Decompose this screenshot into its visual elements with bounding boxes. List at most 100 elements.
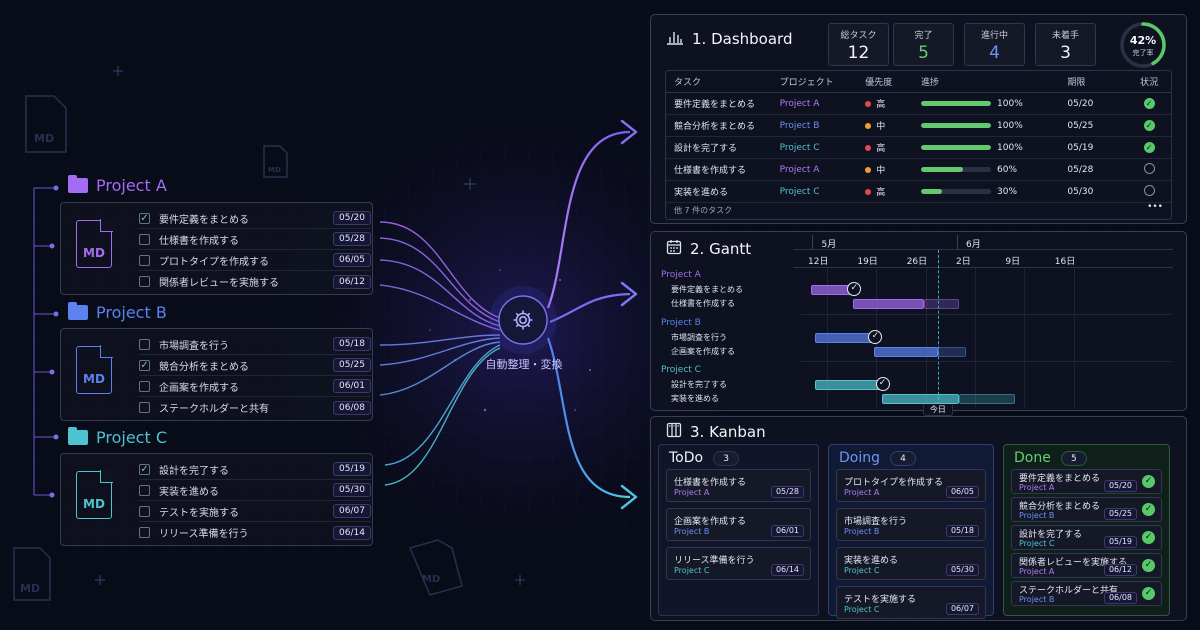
priority-dot <box>865 189 872 195</box>
task-item[interactable]: 市場調査を行う 05/18 <box>139 334 371 355</box>
kanban-card[interactable]: 実装を進める Project C 05/30 <box>836 547 986 580</box>
more-options-icon[interactable]: ••• <box>1147 202 1163 212</box>
task-item[interactable]: 関係者レビューを実施する 06/12 <box>139 271 371 292</box>
kanban-panel: 3. Kanban ToDo 3 仕様書を作成する Project A 05/28 企画案… <box>650 416 1187 621</box>
progress-cell: 60% <box>921 165 1067 175</box>
markdown-label: MD <box>83 372 105 386</box>
task-checkbox[interactable] <box>139 276 150 287</box>
priority-label: 中 <box>876 166 886 176</box>
table-row[interactable]: 設計を完了する Project C 高 100% 05/19 ✓ <box>666 137 1171 159</box>
due-date-chip: 06/01 <box>333 379 371 393</box>
kanban-card[interactable]: 関係者レビューを実施する Project A 06/12 ✓ <box>1011 553 1162 578</box>
task-checkbox[interactable] <box>139 484 150 496</box>
task-item[interactable]: 実装を進める 05/30 <box>139 480 371 501</box>
kanban-card[interactable]: ステークホルダーと共有 Project B 06/08 ✓ <box>1011 581 1162 606</box>
task-checkbox[interactable] <box>139 527 150 538</box>
status-cell <box>1127 184 1171 199</box>
task-item[interactable]: 企画案を作成する 06/01 <box>139 376 371 397</box>
task-checkbox[interactable]: ✓ <box>139 212 150 224</box>
column-name: ToDo <box>669 450 704 466</box>
project-cell: Project B <box>779 120 820 131</box>
gantt-task-label: 設計を完了する <box>671 380 727 389</box>
progress-cell: 100% <box>921 99 1067 109</box>
column-header[interactable]: 期限 <box>1067 75 1127 88</box>
gantt-bar[interactable] <box>814 333 875 343</box>
day-label: 26日 <box>906 257 928 267</box>
project-header[interactable]: Project B <box>68 302 167 322</box>
priority-dot <box>865 101 872 107</box>
project-header[interactable]: Project A <box>68 175 167 195</box>
task-name: 関係者レビューを実施する <box>159 278 279 289</box>
kanban-card[interactable]: 要件定義をまとめる Project A 05/20 ✓ <box>1011 469 1162 494</box>
kanban-card[interactable]: プロトタイプを作成する Project A 06/05 <box>836 469 986 502</box>
table-row[interactable]: 要件定義をまとめる Project A 高 100% 05/20 ✓ <box>666 93 1171 115</box>
table-row[interactable]: 仕様書を作成する Project A 中 60% 05/28 <box>666 159 1171 181</box>
gantt-bar[interactable] <box>853 299 924 309</box>
task-item[interactable]: ✓ 要件定義をまとめる 05/20 <box>139 208 371 229</box>
kanban-card[interactable]: 仕様書を作成する Project A 05/28 <box>666 469 811 502</box>
task-item[interactable]: リリース準備を行う 06/14 <box>139 522 371 543</box>
task-checkbox[interactable]: ✓ <box>139 463 150 475</box>
column-header[interactable]: プロジェクト <box>780 75 866 88</box>
task-checkbox[interactable] <box>139 338 150 350</box>
task-checkbox[interactable] <box>139 505 150 517</box>
kanban-card[interactable]: 市場調査を行う Project B 05/18 <box>836 508 986 541</box>
completion-label: 完了率 <box>1132 49 1154 57</box>
task-checkbox[interactable] <box>139 233 150 245</box>
column-header[interactable]: 状況 <box>1127 75 1171 88</box>
day-label: 9日 <box>1005 257 1021 267</box>
card-project: Project B <box>1019 511 1055 520</box>
table-row[interactable]: 実装を進める Project C 高 30% 05/30 <box>666 181 1171 203</box>
status-cell: ✓ <box>1127 142 1171 153</box>
card-project: Project C <box>1019 539 1055 548</box>
priority-label: 高 <box>876 144 886 154</box>
priority-cell: 中 <box>865 163 921 176</box>
group-divider <box>801 314 1171 315</box>
kanban-card[interactable]: テストを実施する Project C 06/07 <box>836 586 986 619</box>
kanban-card[interactable]: リリース準備を行う Project C 06/14 <box>666 547 811 580</box>
gantt-bar[interactable] <box>874 347 938 357</box>
stat-label: 進行中 <box>980 31 1008 41</box>
card-due-date: 06/14 <box>771 564 804 576</box>
kanban-card[interactable]: 企画案を作成する Project B 06/01 <box>666 508 811 541</box>
priority-cell: 高 <box>865 97 921 110</box>
priority-label: 高 <box>876 188 886 198</box>
task-checkbox[interactable] <box>139 380 150 392</box>
calendar-icon <box>666 239 682 259</box>
grid-line <box>1024 268 1026 408</box>
task-item[interactable]: プロトタイプを作成する 06/05 <box>139 250 371 271</box>
group-divider <box>801 361 1171 362</box>
kanban-card[interactable]: 設計を完了する Project C 05/19 ✓ <box>1011 525 1162 550</box>
today-line <box>937 250 939 405</box>
stat-value: 5 <box>918 43 929 63</box>
column-header[interactable]: 進捗 <box>921 75 1067 88</box>
kanban-card[interactable]: 競合分析をまとめる Project B 05/25 ✓ <box>1011 497 1162 522</box>
task-checkbox[interactable] <box>139 402 150 413</box>
gantt-bar[interactable] <box>881 394 960 404</box>
task-item[interactable]: ✓ 設計を完了する 05/19 <box>139 459 371 480</box>
more-tasks-link[interactable]: 他 7 件のタスク <box>674 205 732 216</box>
card-project: Project C <box>674 566 710 575</box>
due-cell: 05/30 <box>1067 186 1094 197</box>
project-name: Project B <box>96 303 167 322</box>
gantt-bar[interactable] <box>814 380 882 390</box>
card-due-date: 06/08 <box>1104 592 1137 604</box>
column-header[interactable]: タスク <box>666 75 780 88</box>
task-item[interactable]: テストを実施する 06/07 <box>139 501 371 522</box>
column-header[interactable]: 優先度 <box>865 75 921 88</box>
card-project: Project A <box>1019 483 1055 492</box>
project-header[interactable]: Project C <box>68 427 167 447</box>
completion-value: 42% <box>1129 34 1157 47</box>
task-item[interactable]: ✓ 競合分析をまとめる 05/25 <box>139 355 371 376</box>
month-label: 6月 <box>966 240 981 250</box>
task-item[interactable]: 仕様書を作成する 05/28 <box>139 229 371 250</box>
stat-label: 完了 <box>914 31 933 41</box>
task-checkbox[interactable]: ✓ <box>139 359 150 371</box>
task-name: 仕様書を作成する <box>159 235 239 247</box>
due-date-chip: 05/25 <box>333 358 371 372</box>
card-project: Project A <box>844 488 880 497</box>
day-label: 2日 <box>956 257 971 267</box>
table-row[interactable]: 競合分析をまとめる Project B 中 100% 05/25 ✓ <box>666 115 1171 137</box>
task-checkbox[interactable] <box>139 254 150 266</box>
task-item[interactable]: ステークホルダーと共有 06/08 <box>139 397 371 418</box>
